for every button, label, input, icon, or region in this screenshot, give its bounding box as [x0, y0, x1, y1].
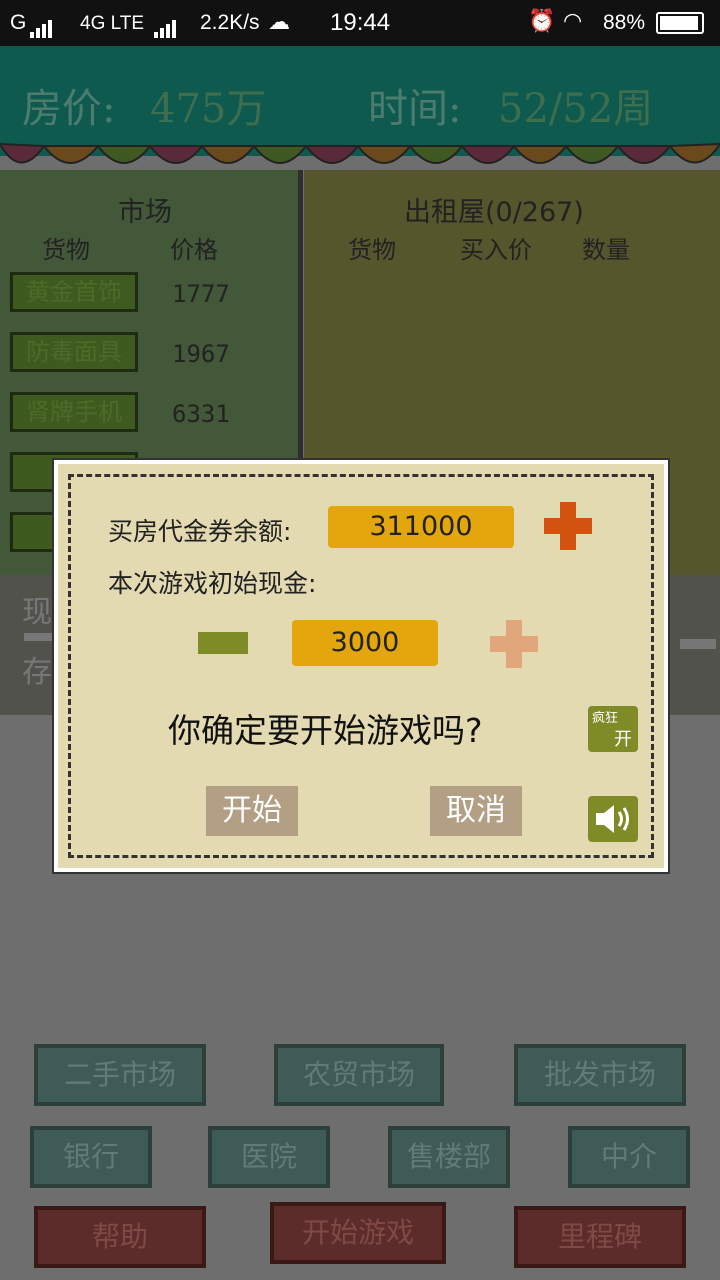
time-value: 52/52周 — [498, 86, 654, 132]
confirm-question: 你确定要开始游戏吗? — [168, 711, 483, 750]
initial-cash-label: 本次游戏初始现金: — [108, 569, 317, 598]
network-label: 4G LTE — [80, 13, 145, 34]
goods-price: 6331 — [172, 400, 230, 428]
dialog-cancel-button[interactable]: 取消 — [430, 786, 522, 836]
crazy-mode-toggle[interactable]: 疯狂 开 — [588, 706, 638, 752]
sound-toggle-button[interactable] — [588, 796, 638, 842]
speaker-icon — [596, 805, 629, 833]
help-button[interactable]: 帮助 — [34, 1206, 206, 1268]
battery-percent: 88% — [603, 11, 646, 34]
house-price-value: 475万 — [150, 86, 267, 132]
wholesale-market-button[interactable]: 批发市场 — [514, 1044, 686, 1106]
minus-icon — [24, 633, 52, 641]
net-speed: 2.2K/s — [200, 11, 260, 34]
notification-icon: ☁ — [268, 9, 290, 34]
market-col-price: 价格 — [170, 236, 218, 264]
second-hand-market-button[interactable]: 二手市场 — [34, 1044, 206, 1106]
signal-icon — [30, 14, 54, 38]
battery-icon — [656, 12, 704, 34]
dialog-start-button[interactable]: 开始 — [206, 786, 298, 836]
goods-price: 1777 — [172, 280, 230, 308]
voucher-label: 买房代金券余额: — [108, 517, 292, 546]
rental-title: 出租屋(0/267) — [404, 197, 584, 228]
clock: 19:44 — [330, 9, 391, 36]
goods-button[interactable]: 肾牌手机 — [10, 392, 138, 432]
rental-col-goods: 货物 — [348, 236, 396, 264]
agency-button[interactable]: 中介 — [568, 1126, 690, 1188]
sales-office-button[interactable]: 售楼部 — [388, 1126, 510, 1188]
deposit-label: 存 — [22, 655, 52, 690]
add-voucher-button[interactable] — [544, 502, 592, 550]
minus-icon — [680, 639, 716, 649]
increase-cash-button[interactable] — [490, 620, 538, 668]
decrease-cash-button[interactable] — [198, 632, 248, 654]
alarm-icon: ⏰ — [528, 8, 556, 33]
bank-button[interactable]: 银行 — [30, 1126, 152, 1188]
milestone-button[interactable]: 里程碑 — [514, 1206, 686, 1268]
wifi-icon: ◠ — [563, 8, 583, 33]
cash-label: 现 — [22, 595, 52, 630]
status-bar: G 4G LTE 2.2K/s ☁ 19:44 ⏰ ◠ 88% — [0, 0, 720, 46]
start-game-dialog: 买房代金券余额: 311000 本次游戏初始现金: 3000 你确定要开始游戏吗… — [54, 460, 668, 872]
house-price-label: 房价: — [22, 86, 116, 132]
start-game-button[interactable]: 开始游戏 — [270, 1202, 446, 1264]
goods-button[interactable]: 防毒面具 — [10, 332, 138, 372]
time-label: 时间: — [368, 86, 462, 132]
hospital-button[interactable]: 医院 — [208, 1126, 330, 1188]
signal-icon-2 — [154, 14, 178, 38]
crazy-mode-state: 开 — [614, 729, 632, 750]
market-col-goods: 货物 — [42, 236, 90, 264]
carrier-label: G — [10, 11, 27, 34]
voucher-amount: 311000 — [328, 506, 514, 548]
market-title: 市场 — [118, 197, 172, 228]
rental-col-qty: 数量 — [582, 236, 630, 264]
farmers-market-button[interactable]: 农贸市场 — [274, 1044, 444, 1106]
initial-cash-amount: 3000 — [292, 620, 438, 666]
crazy-mode-label: 疯狂 — [592, 711, 619, 726]
rental-col-buy-price: 买入价 — [460, 236, 532, 264]
goods-button[interactable]: 黄金首饰 — [10, 272, 138, 312]
goods-price: 1967 — [172, 340, 230, 368]
